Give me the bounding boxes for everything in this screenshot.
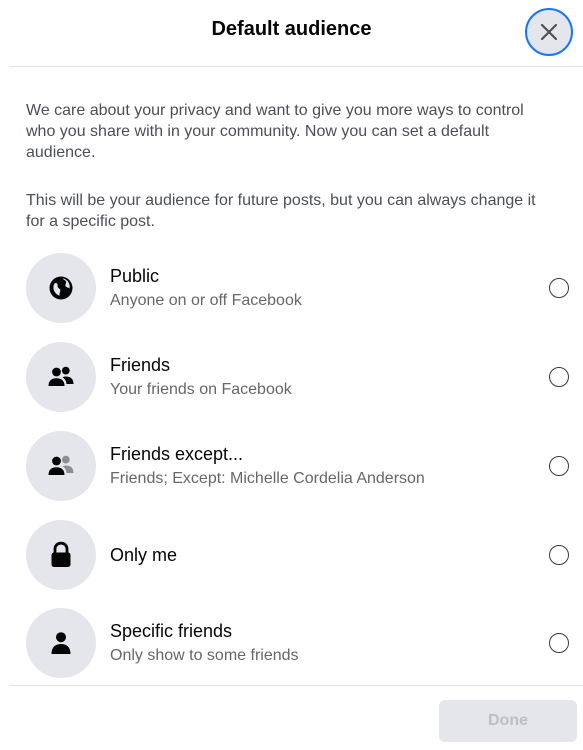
option-title: Specific friends (110, 621, 233, 641)
option-text: Friends Your friends on Facebook (110, 354, 530, 400)
friends-except-icon (48, 455, 74, 475)
option-title: Friends (110, 355, 171, 375)
globe-icon (49, 276, 73, 300)
option-text: Specific friends Only show to some frien… (110, 620, 530, 666)
radio-specific-friends[interactable] (549, 633, 569, 653)
lock-icon (51, 541, 71, 567)
option-icon-wrap (26, 431, 96, 501)
header-divider (10, 66, 583, 67)
intro-text-privacy: We care about your privacy and want to g… (26, 102, 524, 161)
dialog-title: Default audience (211, 18, 372, 40)
option-title: Only me (110, 545, 178, 565)
option-icon-wrap (26, 520, 96, 590)
option-subtitle: Friends; Except: Michelle Cordelia Ander… (110, 470, 425, 487)
option-friends[interactable]: Friends Your friends on Facebook (0, 342, 583, 416)
option-text: Public Anyone on or off Facebook (110, 265, 530, 311)
option-public[interactable]: Public Anyone on or off Facebook (0, 253, 583, 327)
option-subtitle: Only show to some friends (110, 647, 299, 664)
radio-public[interactable] (549, 278, 569, 298)
option-subtitle: Your friends on Facebook (110, 381, 292, 398)
radio-friends-except[interactable] (549, 456, 569, 476)
option-title: Public (110, 266, 160, 286)
option-icon-wrap (26, 253, 96, 323)
dialog-header: Default audience (0, 0, 583, 66)
option-friends-except[interactable]: Friends except... Friends; Except: Miche… (0, 431, 583, 505)
intro-text-audience: This will be your audience for future po… (26, 192, 536, 230)
close-icon (540, 23, 558, 41)
option-text: Friends except... Friends; Except: Miche… (110, 443, 530, 489)
close-button[interactable] (525, 8, 573, 56)
footer-divider (10, 685, 583, 686)
person-icon (51, 632, 71, 654)
option-title: Friends except... (110, 444, 244, 464)
option-subtitle: Anyone on or off Facebook (110, 292, 302, 309)
radio-friends[interactable] (549, 367, 569, 387)
option-icon-wrap (26, 342, 96, 412)
option-text: Only me (110, 544, 530, 566)
done-button[interactable]: Done (439, 700, 577, 742)
option-only-me[interactable]: Only me (0, 520, 583, 594)
option-icon-wrap (26, 608, 96, 678)
radio-only-me[interactable] (549, 545, 569, 565)
friends-icon (48, 366, 74, 386)
option-specific-friends[interactable]: Specific friends Only show to some frien… (0, 608, 583, 682)
